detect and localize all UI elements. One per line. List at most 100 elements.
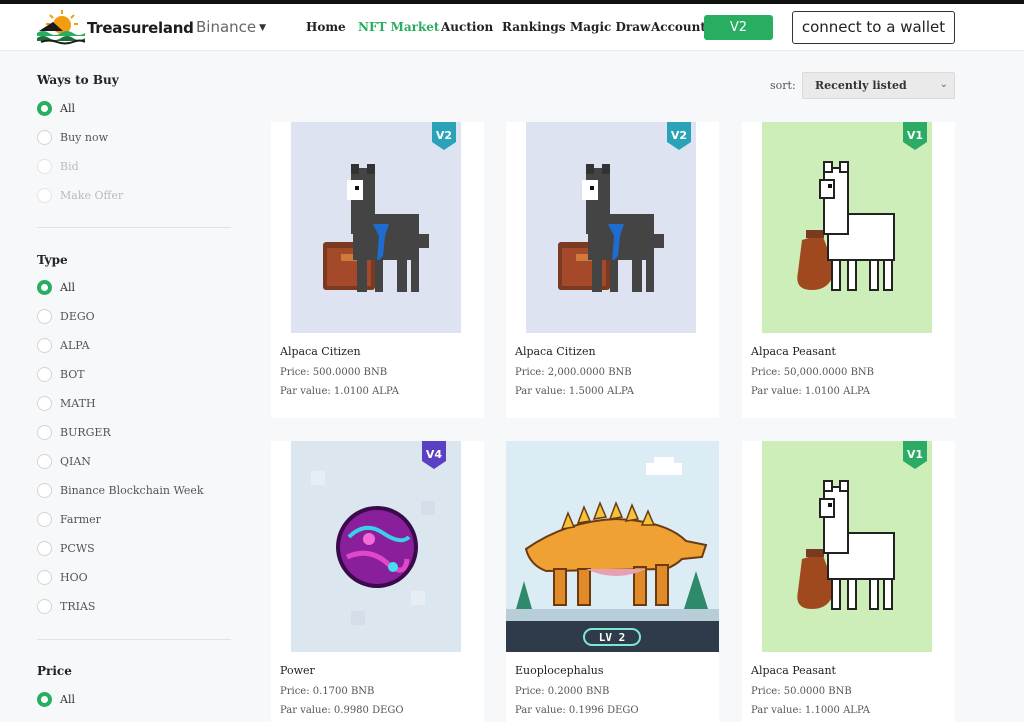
radio-icon xyxy=(37,692,52,707)
card-par-value: Par value: 1.1000 ALPA xyxy=(751,705,870,716)
card-title: Power xyxy=(280,664,315,677)
radio-icon xyxy=(37,425,52,440)
option-label: BURGER xyxy=(60,426,111,439)
badge-label: V4 xyxy=(426,448,443,461)
card-price: Price: 50.0000 BNB xyxy=(751,686,852,697)
sort-select[interactable]: Recently listed ⌄ xyxy=(802,72,955,99)
badge-label: V2 xyxy=(436,129,452,142)
connect-wallet-button[interactable]: connect to a wallet xyxy=(792,11,955,44)
radio-icon xyxy=(37,280,52,295)
radio-icon xyxy=(37,159,52,174)
radio-icon xyxy=(37,101,52,116)
nav-account[interactable]: Account xyxy=(651,20,706,34)
option-label: Farmer xyxy=(60,513,101,526)
card-par-value: Par value: 1.5000 ALPA xyxy=(515,386,634,397)
nft-image: LV 2 xyxy=(506,441,719,652)
option-label: Binance Blockchain Week xyxy=(60,484,204,497)
alpaca-citizen-art xyxy=(558,164,664,292)
alpaca-peasant-art xyxy=(797,480,895,610)
badge-label: V2 xyxy=(671,129,687,142)
card-par-value: Par value: 1.0100 ALPA xyxy=(280,386,399,397)
option-label: All xyxy=(60,281,75,294)
nav-auction[interactable]: Auction xyxy=(441,20,493,34)
radio-icon xyxy=(37,454,52,469)
card-title: Alpaca Peasant xyxy=(751,664,836,677)
card-title: Alpaca Peasant xyxy=(751,345,836,358)
nav-home[interactable]: Home xyxy=(306,20,346,34)
option-label: Make Offer xyxy=(60,189,124,202)
alpaca-citizen-art xyxy=(323,164,429,292)
nft-image xyxy=(762,122,932,333)
level-label: LV 2 xyxy=(599,631,626,644)
nft-image xyxy=(526,122,696,333)
option-label: All xyxy=(60,102,75,115)
card-title: Alpaca Citizen xyxy=(515,345,596,358)
version-badge-icon: V4 xyxy=(422,441,446,469)
nav-magic-draw[interactable]: Magic Draw xyxy=(570,20,650,34)
nft-card[interactable]: V2 Alpaca Citizen Price: 500.0000 BNB Pa… xyxy=(271,122,484,418)
version-badge-icon: V1 xyxy=(903,122,927,150)
card-price: Price: 2,000.0000 BNB xyxy=(515,367,632,378)
chevron-down-icon: ⌄ xyxy=(939,79,948,90)
nft-card[interactable]: LV 2 Euoplocephalus Price: 0.2000 BNB Pa… xyxy=(506,441,719,722)
radio-icon xyxy=(37,130,52,145)
sort-value: Recently listed xyxy=(815,79,907,92)
badge-label: V1 xyxy=(907,448,923,461)
card-price: Price: 500.0000 BNB xyxy=(280,367,388,378)
option-label: ALPA xyxy=(60,339,90,352)
version-badge-icon: V1 xyxy=(903,441,927,469)
option-label: BOT xyxy=(60,368,85,381)
power-orb-art xyxy=(291,441,461,652)
nav-rankings[interactable]: Rankings xyxy=(502,20,566,34)
divider xyxy=(37,639,231,640)
radio-icon xyxy=(37,541,52,556)
caret-down-icon: ▼ xyxy=(259,23,267,33)
badge-label: V1 xyxy=(907,129,923,142)
nft-card[interactable]: V4 Power Price: 0.1700 BNB Par value: 0.… xyxy=(271,441,484,722)
sort-label: sort: xyxy=(770,79,796,92)
radio-icon xyxy=(37,396,52,411)
radio-icon xyxy=(37,512,52,527)
radio-icon xyxy=(37,483,52,498)
radio-icon xyxy=(37,570,52,585)
nft-card[interactable]: V2 Alpaca Citizen Price: 2,000.0000 BNB … xyxy=(506,122,719,418)
logo-icon[interactable] xyxy=(37,9,85,47)
option-label: PCWS xyxy=(60,542,95,555)
version-badge-icon: V2 xyxy=(432,122,456,150)
option-label: Bid xyxy=(60,160,79,173)
option-label: MATH xyxy=(60,397,96,410)
header: Treasureland Binance ▼ Home NFT Market Au… xyxy=(0,4,1024,51)
ways-to-buy-title: Ways to Buy xyxy=(37,73,119,87)
divider xyxy=(37,227,231,228)
option-label: Buy now xyxy=(60,131,109,144)
nft-card[interactable]: V1 Alpaca Peasant Price: 50.0000 BNB Par… xyxy=(742,441,955,722)
option-label: DEGO xyxy=(60,310,95,323)
network-selector[interactable]: Binance ▼ xyxy=(196,18,266,36)
card-price: Price: 0.2000 BNB xyxy=(515,686,610,697)
radio-icon xyxy=(37,599,52,614)
card-title: Euoplocephalus xyxy=(515,664,604,677)
version-badge-icon: V2 xyxy=(667,122,691,150)
nft-card[interactable]: V1 Alpaca Peasant Price: 50,000.0000 BNB… xyxy=(742,122,955,418)
card-par-value: Par value: 1.0100 ALPA xyxy=(751,386,870,397)
radio-icon xyxy=(37,367,52,382)
option-label: All xyxy=(60,693,75,706)
alpaca-peasant-art xyxy=(797,161,895,291)
option-label: TRIAS xyxy=(60,600,96,613)
type-title: Type xyxy=(37,253,68,267)
radio-icon xyxy=(37,188,52,203)
card-price: Price: 0.1700 BNB xyxy=(280,686,375,697)
radio-icon xyxy=(37,338,52,353)
card-title: Alpaca Citizen xyxy=(280,345,361,358)
brand-name[interactable]: Treasureland xyxy=(87,19,194,37)
radio-icon xyxy=(37,309,52,324)
nft-image xyxy=(291,441,461,652)
network-label: Binance xyxy=(196,18,257,36)
nav-nft-market[interactable]: NFT Market xyxy=(358,20,439,34)
nft-image xyxy=(291,122,461,333)
card-par-value: Par value: 0.1996 DEGO xyxy=(515,705,639,716)
option-label: QIAN xyxy=(60,455,91,468)
option-label: HOO xyxy=(60,571,88,584)
v2-button[interactable]: V2 xyxy=(704,15,773,40)
card-price: Price: 50,000.0000 BNB xyxy=(751,367,875,378)
